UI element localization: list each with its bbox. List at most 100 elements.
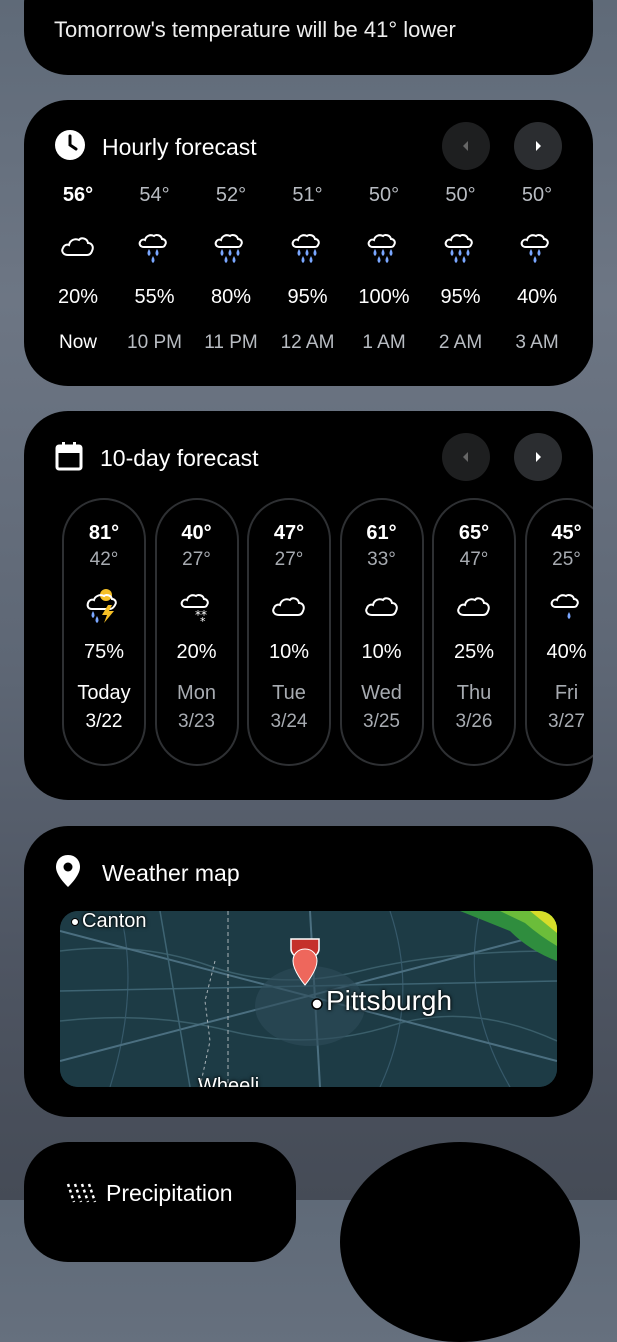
daily-low-temp: 33°: [367, 549, 396, 570]
daily-day-name: Fri: [554, 682, 579, 704]
hourly-precip-chance: 55%: [134, 286, 175, 308]
hourly-time: Now: [58, 332, 97, 353]
daily-precip-chance: 75%: [83, 641, 125, 663]
hourly-previous-button[interactable]: [442, 122, 490, 170]
daily-high-temp: 40°: [181, 522, 212, 544]
weather-map-view[interactable]: Pittsburgh Canton Wheeli: [60, 911, 557, 1087]
weather-map-title: Weather map: [102, 859, 240, 886]
daily-precip-chance: 10%: [268, 641, 310, 663]
hourly-item: 50° 100% 1 AM: [346, 180, 422, 358]
circular-widget-card[interactable]: [340, 1142, 580, 1342]
weather-map-header: Weather map: [54, 854, 240, 893]
daily-high-temp: 47°: [273, 522, 305, 544]
chevron-right-icon: [536, 141, 541, 151]
daily-item[interactable]: 47° 27° 10% Tue 3/24: [247, 498, 331, 766]
hourly-item: 50° 40% 3 AM: [499, 180, 575, 358]
temperature-summary-text: Tomorrow's temperature will be 41° lower: [54, 17, 456, 42]
precipitation-icon: [64, 1180, 98, 1213]
chevron-left-icon: [463, 452, 468, 462]
hourly-precip-chance: 40%: [516, 286, 558, 308]
daily-low-temp: 27°: [182, 549, 211, 570]
rain-icon: [499, 226, 575, 264]
map-pin-icon: [290, 938, 320, 986]
cloud-icon: [249, 585, 329, 625]
daily-item[interactable]: 45° 25° 40% Fri 3/27: [524, 498, 594, 766]
daily-low-temp: 47°: [459, 549, 489, 570]
daily-day-name: Today: [77, 682, 131, 704]
daily-date: 3/26: [455, 711, 493, 732]
pittsburgh-dot-icon: [311, 998, 323, 1010]
daily-day-name: Mon: [177, 682, 216, 704]
hourly-temp: 51°: [292, 184, 323, 206]
hourly-time: 10 PM: [127, 332, 182, 353]
cloud-icon: [434, 585, 514, 625]
hourly-precip-chance: 100%: [358, 286, 410, 308]
daily-date: 3/22: [85, 711, 123, 732]
hourly-forecast-card: Hourly forecast 56° 20% Now 54° 55% 10 PM 52° 8…: [24, 100, 593, 386]
heavy-rain-icon: [193, 226, 269, 264]
hourly-forecast-header: Hourly forecast: [54, 129, 257, 166]
daily-low-temp: 42°: [89, 549, 119, 570]
hourly-time: 4: [576, 328, 594, 358]
daily-next-button[interactable]: [514, 433, 562, 481]
hourly-time: 3 AM: [515, 332, 559, 353]
daily-low-temp: 27°: [274, 549, 304, 570]
map-label-wheeling: Wheeli: [198, 1075, 260, 1087]
cloud-icon: [576, 226, 594, 264]
daily-item[interactable]: 61° 33° 10% Wed 3/25: [339, 498, 424, 766]
daily-precip-chance: 40%: [546, 641, 587, 663]
precipitation-card[interactable]: Precipitation: [24, 1142, 296, 1262]
hourly-time: 2 AM: [438, 332, 483, 353]
daily-high-temp: 81°: [88, 522, 120, 544]
hourly-next-button[interactable]: [514, 122, 562, 170]
weather-map-card[interactable]: Weather map Pittsburgh Canton Wheeli: [24, 826, 593, 1117]
daily-day-name: Wed: [361, 682, 402, 704]
hourly-precip-chance: 95%: [287, 286, 328, 308]
chevron-left-icon: [463, 141, 468, 151]
svg-text:*: *: [200, 615, 206, 625]
hourly-item: 4 5 4: [576, 180, 594, 358]
daily-date: 3/25: [363, 711, 400, 732]
hourly-temp: 54°: [139, 184, 170, 206]
daily-item[interactable]: 40° 27° ** * 20% Mon 3/23: [154, 498, 239, 766]
daily-day-name: Thu: [456, 682, 492, 704]
ten-day-forecast-header: 10-day forecast: [54, 441, 259, 475]
thunderstorm-icon: [64, 585, 144, 625]
daily-low-temp: 25°: [552, 549, 581, 570]
hourly-forecast-title: Hourly forecast: [102, 133, 257, 160]
hourly-precip-chance: 95%: [440, 286, 481, 308]
hourly-temp: 52°: [215, 184, 247, 206]
daily-date: 3/23: [178, 711, 215, 732]
hourly-temp: 4: [576, 180, 594, 210]
daily-previous-button[interactable]: [442, 433, 490, 481]
daily-high-temp: 65°: [458, 522, 490, 544]
precipitation-title: Precipitation: [106, 1180, 233, 1206]
hourly-precip-chance: 20%: [57, 286, 99, 308]
daily-precip-chance: 20%: [176, 641, 217, 663]
daily-item[interactable]: 65° 47° 25% Thu 3/26: [432, 498, 516, 766]
heavy-rain-icon: [423, 226, 499, 264]
location-pin-icon: [54, 854, 82, 893]
daily-date: 3/24: [270, 711, 308, 732]
heavy-rain-icon: [346, 226, 422, 264]
temperature-summary-card[interactable]: Tomorrow's temperature will be 41° lower: [24, 0, 593, 75]
calendar-icon: [54, 440, 84, 477]
hourly-precip-chance: 5: [576, 282, 594, 312]
precipitation-header: Precipitation: [24, 1180, 233, 1213]
heavy-rain-icon: [270, 226, 346, 264]
light-rain-icon: [527, 585, 594, 625]
daily-precip-chance: 10%: [361, 641, 402, 663]
daily-item[interactable]: 81° 42° 75% Today 3/22: [62, 498, 146, 766]
hourly-time: 1 AM: [362, 332, 406, 353]
hourly-temp: 50°: [368, 184, 400, 206]
hourly-time: 12 AM: [280, 332, 335, 353]
hourly-precip-chance: 80%: [210, 286, 252, 308]
ten-day-forecast-title: 10-day forecast: [100, 444, 259, 471]
clock-icon: [54, 129, 86, 166]
hourly-item: 54° 55% 10 PM: [117, 180, 193, 358]
cloud-icon: [40, 226, 116, 264]
hourly-item: 52° 80% 11 PM: [193, 180, 269, 358]
hourly-temp: 50°: [521, 184, 553, 206]
daily-precip-chance: 25%: [453, 641, 495, 663]
hourly-item: 50° 95% 2 AM: [423, 180, 499, 358]
